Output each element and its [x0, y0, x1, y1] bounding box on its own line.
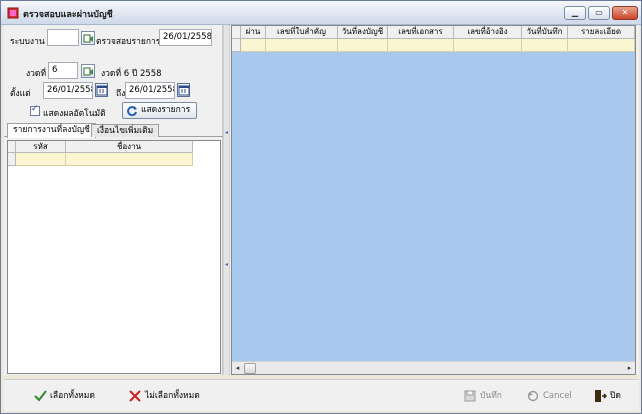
column-header-reference-no[interactable]: เลขที่อ้างอิง — [454, 26, 522, 39]
period-text: งวดที่ 6 ปี 2558 — [101, 69, 162, 79]
tab-strip: รายการงานที่ลงบัญชี เงื่อนไขเพิ่มเติม — [4, 123, 223, 138]
show-list-label: แสดงรายการ — [141, 105, 191, 115]
column-header-code[interactable]: รหัส — [16, 141, 66, 153]
content-area: ระบบงาน ตรวจสอบรายการ 26/01/2558 งวดที่ … — [4, 25, 639, 375]
auto-show-label: แสดงผลอัตโนมัติ — [43, 109, 106, 119]
table-cell[interactable] — [454, 39, 522, 52]
checkmark-icon — [34, 390, 47, 402]
tab-posted-jobs[interactable]: รายการงานที่ลงบัญชี — [7, 123, 96, 138]
auto-show-checkbox[interactable] — [30, 104, 40, 116]
tab-additional-conditions[interactable]: เงื่อนไขเพิ่มเติม — [91, 124, 160, 137]
table-cell[interactable] — [568, 39, 635, 52]
undo-icon — [527, 390, 539, 402]
lookup-icon — [83, 34, 93, 43]
minimize-button[interactable]: ▁ — [564, 6, 586, 20]
jobs-grid: รหัส ชื่องาน — [7, 140, 221, 374]
from-label: ตั้งแต่ — [10, 89, 31, 99]
grid-corner — [8, 141, 16, 153]
app-icon — [7, 7, 19, 19]
row-header[interactable] — [232, 39, 241, 52]
save-label: บันทึก — [480, 391, 502, 401]
table-cell[interactable] — [16, 153, 66, 166]
table-cell[interactable] — [338, 39, 388, 52]
calendar-icon — [96, 85, 108, 96]
table-cell[interactable] — [241, 39, 266, 52]
main-window: ตรวจสอบและผ่านบัญชี ▁ ▭ ✕ ระบบงาน ตรวจสอ… — [0, 0, 642, 414]
save-icon — [464, 390, 476, 402]
maximize-icon: ▭ — [595, 8, 603, 17]
panel-splitter[interactable]: ◂ ◂ — [223, 25, 230, 375]
close-window-button[interactable]: ✕ — [612, 6, 638, 20]
column-header-document-no[interactable]: เลขที่เอกสาร — [388, 26, 454, 39]
show-list-button[interactable]: แสดงรายการ — [122, 102, 198, 119]
column-header-voucher-no[interactable]: เลขที่ใบสำคัญ — [266, 26, 338, 39]
column-header-details[interactable]: รายละเอียด — [568, 26, 635, 39]
from-date-input[interactable]: 26/01/2558 — [43, 82, 93, 99]
to-label: ถึง — [116, 89, 126, 99]
grid-corner — [232, 26, 241, 39]
scroll-left-icon[interactable]: ◂ — [232, 363, 243, 374]
save-button[interactable]: บันทึก — [464, 386, 502, 406]
system-input[interactable] — [47, 29, 79, 46]
cross-icon — [129, 390, 141, 402]
title-bar: ตรวจสอบและผ่านบัญชี ▁ ▭ ✕ — [1, 1, 641, 25]
refresh-icon — [127, 106, 137, 117]
window-title: ตรวจสอบและผ่านบัญชี — [23, 10, 113, 20]
column-header-record-date[interactable]: วันที่บันทึก — [522, 26, 568, 39]
check-list-label: ตรวจสอบรายการ — [96, 37, 161, 47]
check-list-date[interactable]: 26/01/2558 — [159, 29, 212, 46]
row-header[interactable] — [8, 153, 16, 166]
system-picker-button[interactable] — [81, 31, 95, 45]
scroll-right-icon[interactable]: ▸ — [624, 363, 635, 374]
period-label: งวดที่ — [26, 69, 47, 79]
deselect-all-label: ไม่เลือกทั้งหมด — [145, 391, 200, 401]
table-cell[interactable] — [66, 153, 193, 166]
close-button[interactable]: ปิด — [594, 386, 621, 406]
period-input[interactable]: 6 — [48, 62, 78, 79]
close-icon: ✕ — [621, 8, 629, 17]
column-header-job-name[interactable]: ชื่องาน — [66, 141, 193, 153]
select-all-label: เลือกทั้งหมด — [50, 391, 95, 401]
scroll-thumb[interactable] — [244, 363, 256, 374]
period-picker-button[interactable] — [81, 64, 95, 78]
collapse-arrow-icon: ◂ — [225, 261, 229, 268]
calendar-icon — [178, 85, 190, 96]
cancel-button[interactable]: Cancel — [527, 386, 572, 406]
close-label: ปิด — [610, 391, 621, 401]
filter-panel: ระบบงาน ตรวจสอบรายการ 26/01/2558 งวดที่ … — [4, 25, 223, 375]
cancel-label: Cancel — [543, 391, 572, 401]
lookup-icon — [83, 67, 93, 76]
deselect-all-button[interactable]: ไม่เลือกทั้งหมด — [129, 386, 200, 406]
column-header-pass[interactable]: ผ่าน — [241, 26, 266, 39]
table-cell[interactable] — [388, 39, 454, 52]
minimize-icon: ▁ — [571, 8, 579, 17]
from-date-calendar-button[interactable] — [95, 83, 108, 97]
table-cell[interactable] — [266, 39, 338, 52]
vouchers-grid: ผ่าน เลขที่ใบสำคัญ วันที่ลงบัญชี เลขที่เ… — [231, 25, 636, 375]
collapse-arrow-icon: ◂ — [225, 129, 229, 136]
select-all-button[interactable]: เลือกทั้งหมด — [34, 386, 95, 406]
exit-door-icon — [595, 390, 607, 402]
table-cell[interactable] — [522, 39, 568, 52]
column-header-posting-date[interactable]: วันที่ลงบัญชี — [338, 26, 388, 39]
to-date-input[interactable]: 26/01/2558 — [125, 82, 175, 99]
maximize-button[interactable]: ▭ — [588, 6, 610, 20]
to-date-calendar-button[interactable] — [177, 83, 190, 97]
footer-toolbar: เลือกทั้งหมด ไม่เลือกทั้งหมด บันทึก Canc… — [4, 379, 639, 411]
horizontal-scrollbar[interactable]: ◂ ▸ — [232, 361, 635, 374]
system-label: ระบบงาน — [10, 37, 45, 47]
